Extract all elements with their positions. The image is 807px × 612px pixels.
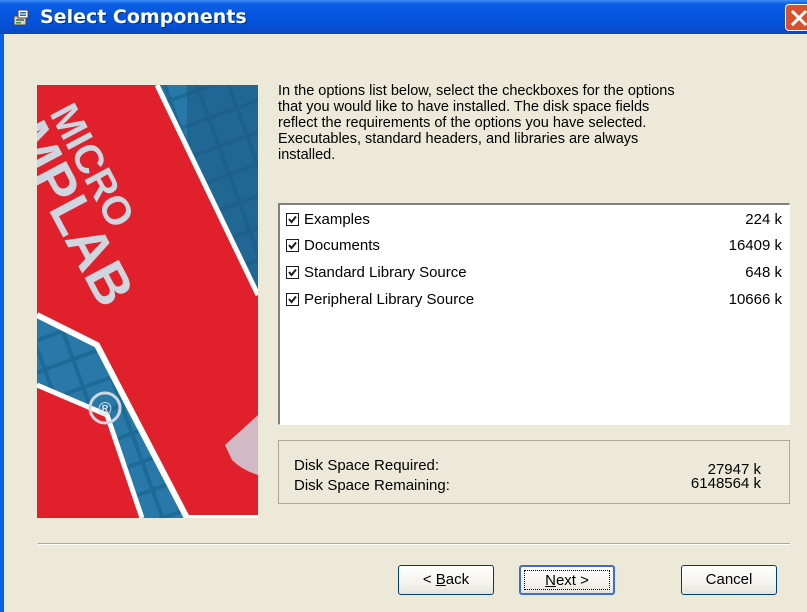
disk-remaining-value: 6148564 k xyxy=(690,475,761,492)
focus-rectangle xyxy=(524,570,610,590)
cancel-button[interactable]: Cancel xyxy=(681,565,777,595)
component-size: 224 k xyxy=(745,211,782,228)
window-left-border xyxy=(0,34,4,612)
mplab-banner-graphic: MICRO MPLAB ® xyxy=(37,85,258,518)
instructions-text: In the options list below, select the ch… xyxy=(278,83,675,163)
checkbox-examples[interactable] xyxy=(286,213,299,226)
component-label: Examples xyxy=(304,211,370,228)
list-item-peripheral-library-source[interactable]: Peripheral Library Source 10666 k xyxy=(284,289,784,311)
disk-space-panel: Disk Space Required: 27947 k Disk Space … xyxy=(278,440,790,504)
checkmark-icon xyxy=(288,295,297,304)
next-button[interactable]: Next > xyxy=(519,565,615,595)
footer-separator xyxy=(38,543,790,545)
checkbox-documents[interactable] xyxy=(286,239,299,252)
disk-remaining-label: Disk Space Remaining: xyxy=(294,477,450,494)
select-components-dialog: Select Components MICRO MPLAB ® In the o… xyxy=(0,0,807,612)
list-item-standard-library-source[interactable]: Standard Library Source 648 k xyxy=(284,262,784,284)
list-item-documents[interactable]: Documents 16409 k xyxy=(284,235,784,257)
list-item-examples[interactable]: Examples 224 k xyxy=(284,209,784,231)
component-size: 648 k xyxy=(745,264,782,281)
component-label: Standard Library Source xyxy=(304,264,467,281)
close-button[interactable] xyxy=(785,4,807,31)
component-label: Peripheral Library Source xyxy=(304,291,475,308)
back-button-prefix: < xyxy=(422,571,436,588)
components-list[interactable]: Examples 224 k Documents 16409 k Standar… xyxy=(278,203,790,425)
checkmark-icon xyxy=(288,241,297,250)
component-size: 16409 k xyxy=(728,237,782,254)
checkmark-icon xyxy=(288,268,297,277)
disk-required-label: Disk Space Required: xyxy=(294,457,440,474)
registered-mark: ® xyxy=(98,399,111,419)
checkbox-standard-library-source[interactable] xyxy=(286,266,299,279)
back-button-accel: B xyxy=(435,571,446,588)
checkbox-peripheral-library-source[interactable] xyxy=(286,293,299,306)
component-size: 10666 k xyxy=(728,291,782,308)
window-title: Select Components xyxy=(40,6,247,28)
checkmark-icon xyxy=(288,215,297,224)
close-icon xyxy=(791,10,807,26)
installer-icon xyxy=(13,9,29,26)
back-button-rest: ack xyxy=(445,571,470,588)
mplab-banner-image: MICRO MPLAB ® xyxy=(37,85,258,518)
component-label: Documents xyxy=(304,237,380,254)
title-bar[interactable]: Select Components xyxy=(0,0,807,34)
back-button[interactable]: < Back xyxy=(398,565,494,595)
